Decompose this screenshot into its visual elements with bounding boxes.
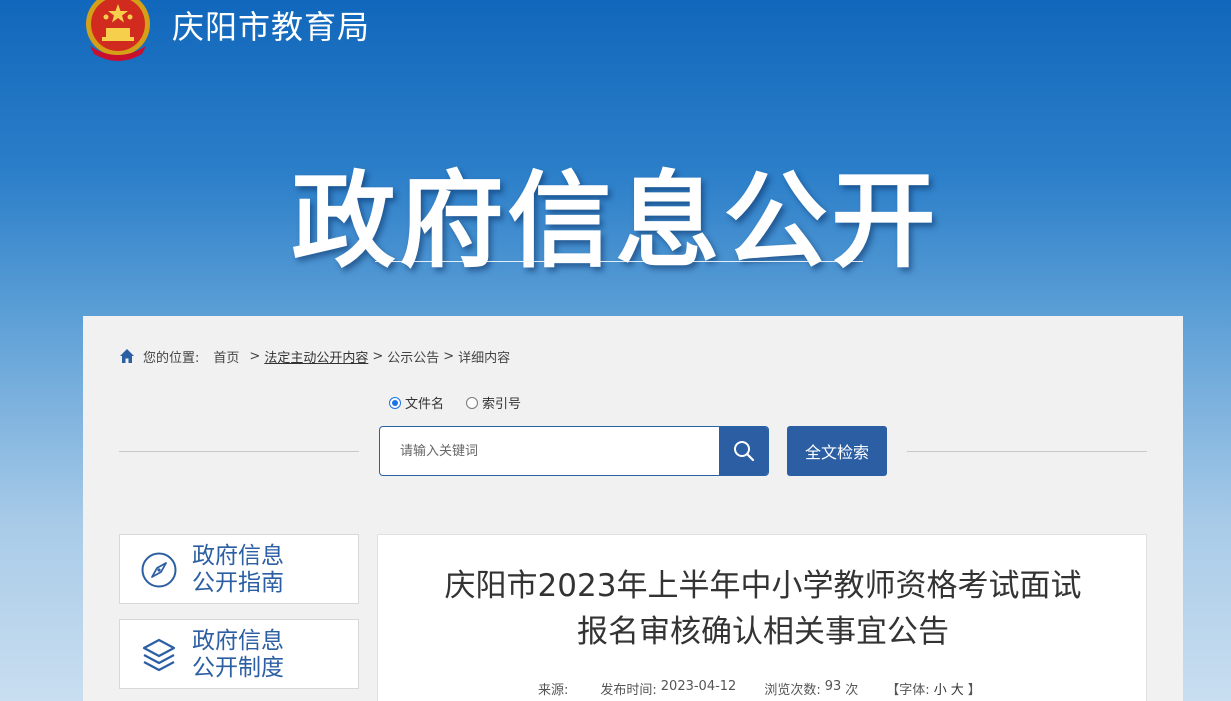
sidebar-label-line1: 政府信息 bbox=[192, 628, 284, 654]
radio-label: 索引号 bbox=[482, 397, 522, 412]
breadcrumb-current: 详细内容 bbox=[458, 350, 511, 366]
layers-icon bbox=[142, 638, 176, 672]
font-small-button[interactable]: 小 bbox=[934, 679, 947, 698]
views-unit: 次 bbox=[845, 683, 859, 698]
breadcrumb-category[interactable]: 公示公告 bbox=[387, 347, 439, 366]
fulltext-search-button[interactable]: 全文检索 bbox=[787, 426, 887, 476]
article-title: 庆阳市2023年上半年中小学教师资格考试面试 报名审核确认相关事宜公告 bbox=[378, 563, 1148, 655]
article-title-line2: 报名审核确认相关事宜公告 bbox=[577, 614, 949, 650]
views-label: 浏览次数: bbox=[764, 683, 821, 698]
search-box bbox=[379, 426, 769, 476]
radio-label: 文件名 bbox=[405, 397, 445, 412]
search-button[interactable] bbox=[719, 427, 768, 475]
site-name[interactable]: 庆阳市教育局 bbox=[172, 2, 370, 48]
sidebar-item-guide[interactable]: 政府信息 公开指南 bbox=[119, 534, 359, 604]
font-size-open: 【字体: bbox=[886, 683, 930, 698]
home-icon bbox=[120, 349, 134, 363]
sidebar-label-line1: 政府信息 bbox=[192, 543, 284, 569]
publish-date-label: 发布时间: bbox=[600, 683, 657, 698]
breadcrumb: 您的位置: 首页 > 法定主动公开内容 > 公示公告 > 详细内容 bbox=[119, 346, 510, 366]
content-panel: 您的位置: 首页 > 法定主动公开内容 > 公示公告 > 详细内容 文件名 索引… bbox=[83, 316, 1183, 701]
breadcrumb-separator: > bbox=[372, 348, 384, 364]
radio-index-number[interactable]: 索引号 bbox=[466, 393, 521, 412]
search-input[interactable] bbox=[380, 427, 720, 475]
breadcrumb-section[interactable]: 法定主动公开内容 bbox=[264, 347, 368, 366]
search-icon bbox=[733, 441, 754, 462]
publish-date: 2023-04-12 bbox=[660, 679, 737, 694]
breadcrumb-separator: > bbox=[249, 348, 261, 364]
sidebar-label-line2: 公开指南 bbox=[192, 570, 284, 596]
article-title-line1: 庆阳市2023年上半年中小学教师资格考试面试 bbox=[444, 568, 1082, 604]
header: 庆阳市教育局 bbox=[0, 0, 1231, 61]
sidebar-item-label: 政府信息 公开指南 bbox=[192, 543, 284, 597]
hero-divider bbox=[375, 261, 863, 262]
source-label: 来源: bbox=[538, 683, 569, 698]
radio-button[interactable] bbox=[466, 396, 479, 409]
breadcrumb-home[interactable]: 首页 bbox=[213, 347, 239, 366]
page-hero-title: 政府信息公开 bbox=[291, 160, 940, 282]
breadcrumb-separator: > bbox=[443, 348, 455, 364]
radio-filename[interactable]: 文件名 bbox=[389, 393, 444, 412]
sidebar-item-system[interactable]: 政府信息 公开制度 bbox=[119, 619, 359, 689]
views-count: 93 bbox=[824, 679, 842, 694]
article-card: 庆阳市2023年上半年中小学教师资格考试面试 报名审核确认相关事宜公告 来源: … bbox=[377, 534, 1147, 701]
font-large-button[interactable]: 大 bbox=[951, 679, 964, 698]
font-size-close: 】 bbox=[967, 683, 981, 698]
radio-button-selected[interactable] bbox=[389, 396, 401, 409]
breadcrumb-prefix: 您的位置: bbox=[143, 350, 200, 366]
compass-icon bbox=[141, 552, 177, 588]
national-emblem-icon bbox=[86, 0, 150, 61]
sidebar-label-line2: 公开制度 bbox=[192, 655, 284, 681]
article-meta: 来源: 发布时间: 2023-04-12 浏览次数: 93 次 【字体: 小 大… bbox=[538, 679, 985, 698]
sidebar-item-label: 政府信息 公开制度 bbox=[192, 628, 284, 682]
search-type-options: 文件名 索引号 bbox=[389, 393, 543, 412]
divider-right bbox=[907, 451, 1147, 452]
divider-left bbox=[119, 451, 359, 452]
